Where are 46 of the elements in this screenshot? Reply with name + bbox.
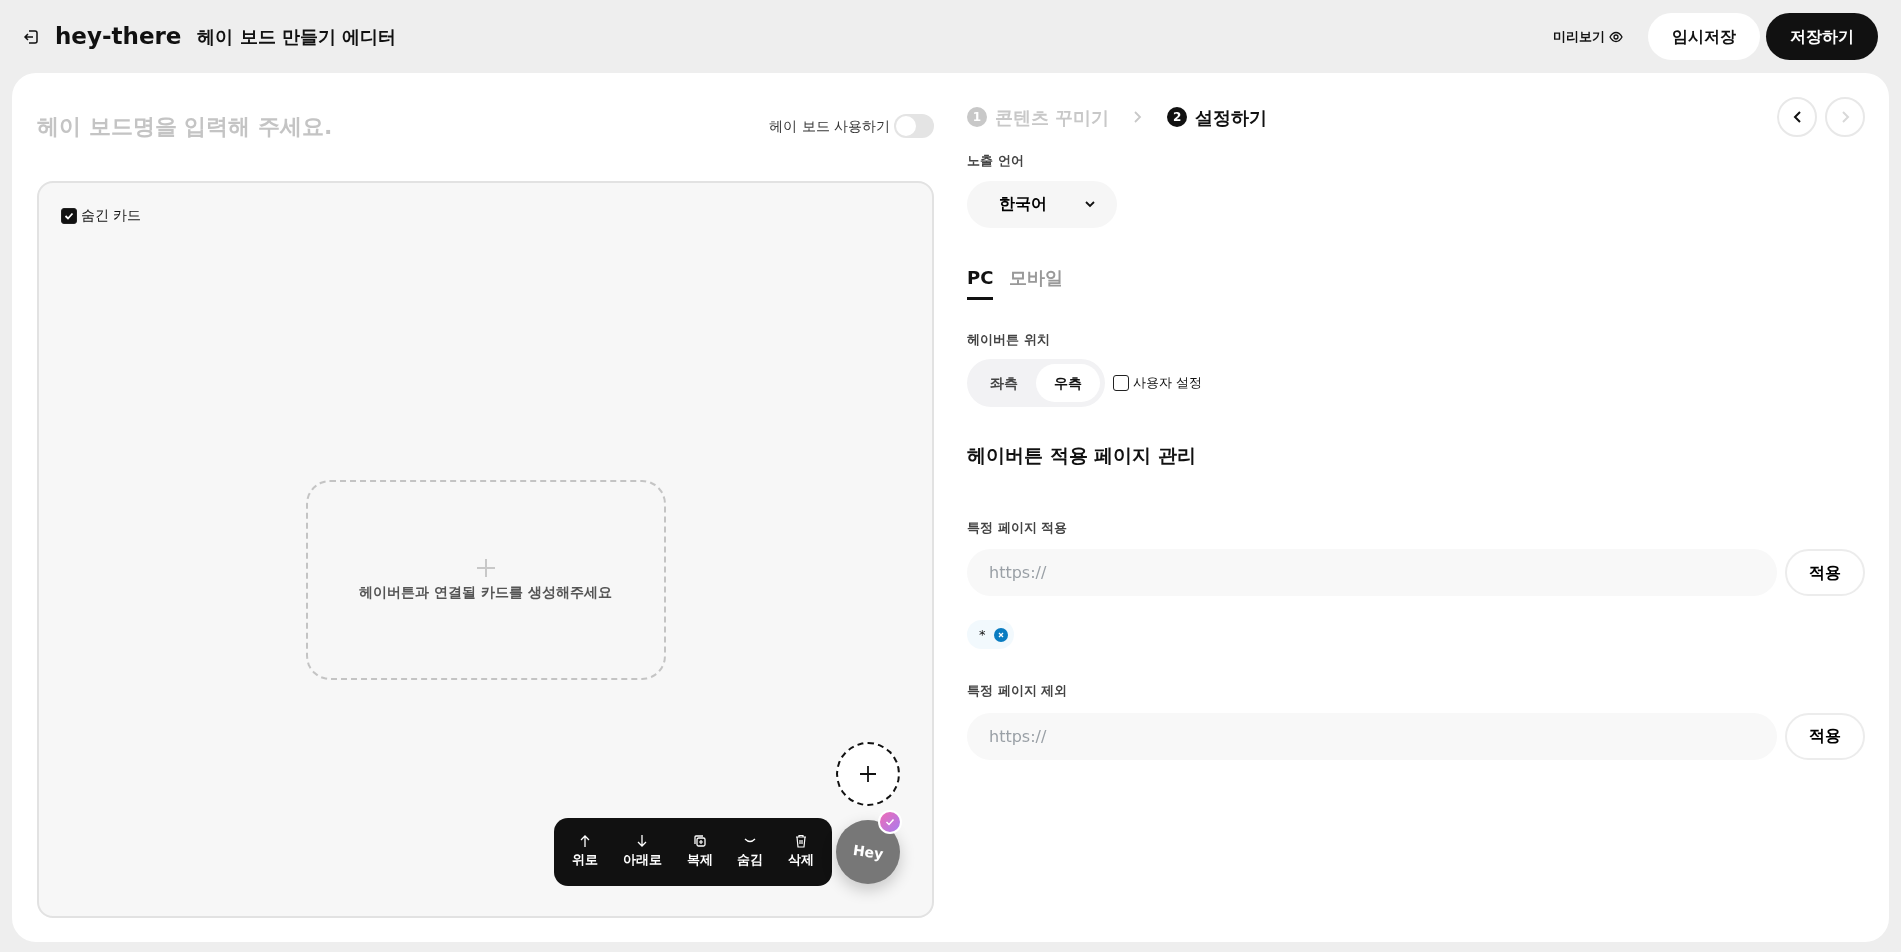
- draft-save-button[interactable]: 임시저장: [1648, 13, 1760, 60]
- checkbox-label: 사용자 설정: [1133, 374, 1203, 393]
- add-card-button[interactable]: 헤이버튼과 연결될 카드를 생성해주세요: [305, 480, 666, 680]
- toolbar-button[interactable]: 숨김: [733, 834, 768, 870]
- toolbar-button[interactable]: 위로: [568, 834, 602, 870]
- field-label: 특정 페이지 적용: [967, 518, 1069, 537]
- language-select[interactable]: 한국어: [967, 180, 1117, 228]
- toolbar-button[interactable]: 복제: [682, 834, 717, 870]
- apply-button[interactable]: 적용: [1785, 549, 1865, 596]
- apply-button[interactable]: 적용: [1785, 712, 1865, 760]
- section-title: 헤이버튼 적용 페이지 관리: [967, 443, 1197, 468]
- position-option[interactable]: 우측: [1036, 364, 1100, 402]
- up-arrow-icon: [578, 834, 592, 849]
- remove-tag-button[interactable]: [993, 627, 1008, 642]
- device-tab[interactable]: PC: [967, 263, 994, 300]
- position-option[interactable]: 좌측: [972, 364, 1036, 402]
- save-button[interactable]: 저장하기: [1766, 13, 1878, 60]
- url-field[interactable]: https://: [967, 712, 1777, 760]
- checkbox[interactable]: [1113, 375, 1129, 391]
- toggle-label: 헤이 보드 사용하기: [769, 116, 890, 136]
- plus-icon: [859, 765, 877, 783]
- tag-text: *: [979, 625, 986, 644]
- eye-icon: [1609, 29, 1623, 44]
- preview-button[interactable]: 미리보기: [1552, 25, 1624, 48]
- chevron-down-icon: [1085, 200, 1095, 208]
- checkbox[interactable]: [61, 207, 77, 224]
- step-tab[interactable]: 설정하기: [1195, 103, 1268, 131]
- exit-icon[interactable]: [23, 28, 39, 45]
- chevron-right-icon: [1133, 110, 1144, 124]
- plus-icon: [475, 557, 496, 578]
- step-number: 2: [1167, 107, 1188, 127]
- hey-button[interactable]: Hey: [836, 820, 900, 884]
- close-icon: [997, 631, 1004, 638]
- checkbox-label: 숨긴 카드: [81, 206, 142, 225]
- toggle-switch[interactable]: [894, 114, 934, 138]
- editor-title: 헤이 보드 만들기 에디터: [197, 25, 397, 49]
- toolbar-button[interactable]: 삭제: [784, 834, 818, 870]
- copy-icon: [692, 834, 707, 849]
- check-icon: [64, 210, 74, 221]
- field-label: 노출 언어: [967, 152, 1025, 170]
- app-title: hey-there: [55, 22, 182, 52]
- url-field[interactable]: https://: [967, 549, 1777, 596]
- trash-icon: [794, 834, 808, 849]
- field-label: 특정 페이지 제외: [967, 682, 1069, 700]
- toolbar-button[interactable]: 아래로: [618, 834, 666, 870]
- field-label: 헤이버튼 위치: [967, 330, 1051, 349]
